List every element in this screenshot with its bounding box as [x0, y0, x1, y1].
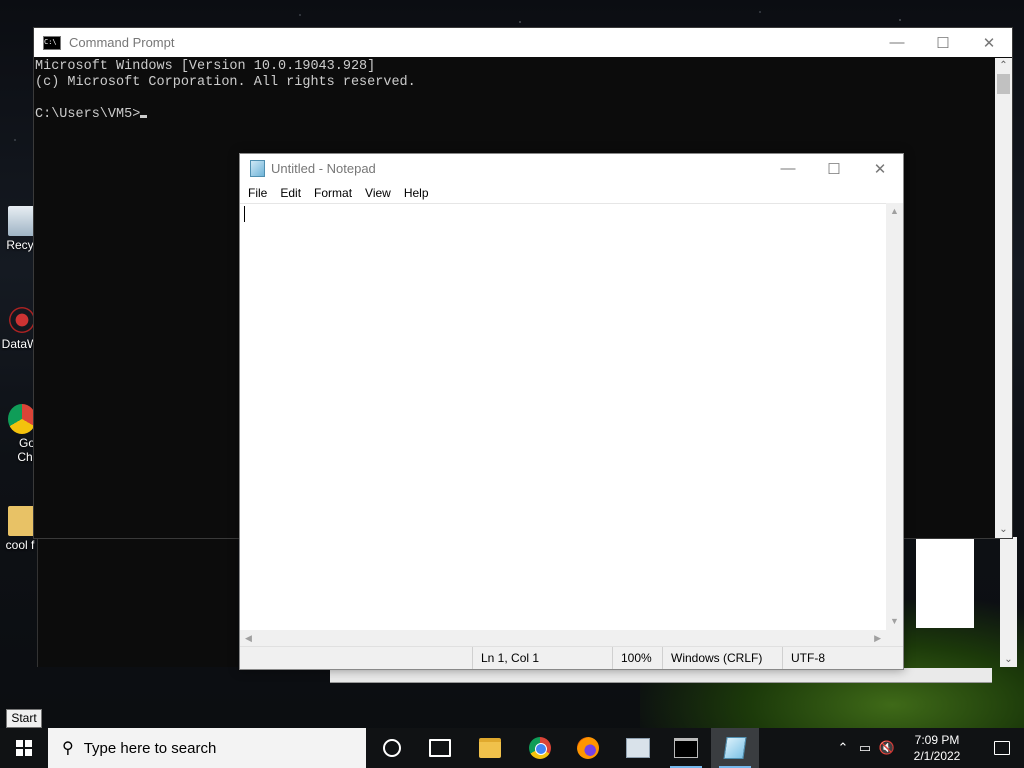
cmd-titlebar[interactable]: C:\ Command Prompt — ☐ ✕	[34, 28, 1012, 57]
scroll-down-arrow-icon[interactable]: ⌄	[1000, 654, 1017, 665]
background-window-fragment	[916, 537, 974, 628]
volume-muted-icon[interactable]: 🔇	[876, 740, 898, 756]
notepad-titlebar[interactable]: Untitled - Notepad — ☐ ✕	[240, 154, 903, 183]
clock-date: 2/1/2022	[913, 749, 961, 763]
taskbar-command-prompt[interactable]	[662, 728, 710, 768]
file-explorer-icon	[479, 738, 501, 758]
status-cursor-position: Ln 1, Col 1	[472, 647, 612, 669]
cmd-line	[35, 91, 995, 107]
taskbar-notepad[interactable]	[711, 728, 759, 768]
taskbar: ⚲ Type here to search ⌃ ▭ 🔇 7:09 PM 2/1/…	[0, 728, 1024, 768]
cortana-icon	[383, 739, 401, 757]
taskbar-documents[interactable]	[614, 728, 662, 768]
menu-file[interactable]: File	[241, 186, 273, 200]
notepad-vertical-scrollbar[interactable]: ▲ ▼	[886, 203, 903, 630]
action-center-button[interactable]	[980, 728, 1024, 768]
cmd-vertical-scrollbar[interactable]: ⌃ ⌄	[995, 58, 1012, 538]
scroll-down-arrow-icon[interactable]: ⌄	[995, 522, 1012, 538]
text-cursor	[140, 115, 148, 118]
recycle-bin-icon	[8, 206, 36, 236]
chevron-up-icon[interactable]: ⌃	[832, 740, 854, 756]
firefox-icon	[577, 737, 599, 759]
cmd-prompt: C:\Users\VM5>	[35, 107, 141, 122]
cmd-line: (c) Microsoft Corporation. All rights re…	[35, 75, 416, 90]
cmd-prompt-line: C:\Users\VM5>	[35, 107, 995, 123]
notepad-horizontal-scrollbar[interactable]: ◀ ▶	[240, 630, 886, 647]
notepad-status-bar: Ln 1, Col 1 100% Windows (CRLF) UTF-8	[240, 646, 903, 669]
close-button[interactable]: ✕	[966, 28, 1012, 57]
system-tray: ⌃ ▭ 🔇 7:09 PM 2/1/2022	[832, 728, 1024, 768]
background-window-edge	[330, 668, 992, 683]
taskbar-firefox[interactable]	[564, 728, 612, 768]
notification-icon	[994, 741, 1010, 755]
cortana-button[interactable]	[368, 728, 416, 768]
status-line-ending: Windows (CRLF)	[662, 647, 783, 669]
scrollbar-corner	[886, 630, 903, 647]
close-button[interactable]: ✕	[857, 154, 903, 183]
minimize-button[interactable]: —	[874, 28, 920, 57]
documents-icon	[626, 738, 650, 758]
task-view-icon	[429, 739, 451, 757]
scroll-right-arrow-icon[interactable]: ▶	[874, 633, 881, 644]
text-caret	[244, 206, 245, 222]
menu-format[interactable]: Format	[307, 186, 358, 200]
menu-view[interactable]: View	[358, 186, 397, 200]
notepad-window[interactable]: Untitled - Notepad — ☐ ✕ File Edit Forma…	[239, 153, 904, 670]
background-scrollbar[interactable]: ⌄	[1000, 537, 1017, 667]
taskbar-clock[interactable]: 7:09 PM 2/1/2022	[902, 732, 972, 764]
search-icon: ⚲	[62, 740, 74, 757]
scroll-down-arrow-icon[interactable]: ▼	[886, 613, 903, 630]
scrollbar-thumb[interactable]	[997, 74, 1010, 94]
menu-help[interactable]: Help	[397, 186, 435, 200]
notepad-title: Untitled - Notepad	[271, 161, 376, 176]
command-prompt-icon	[674, 738, 698, 758]
minimize-button[interactable]: —	[765, 154, 811, 183]
cmd-title: Command Prompt	[69, 35, 175, 50]
notepad-icon	[723, 737, 747, 759]
windows-logo-icon	[16, 740, 32, 756]
taskbar-file-explorer[interactable]	[466, 728, 514, 768]
scroll-left-arrow-icon[interactable]: ◀	[245, 633, 252, 644]
network-icon[interactable]: ▭	[854, 740, 876, 756]
datawarrior-icon	[8, 305, 36, 335]
notepad-text-area[interactable]	[240, 203, 886, 630]
chrome-icon	[529, 737, 551, 759]
scroll-up-arrow-icon[interactable]: ⌃	[995, 58, 1012, 74]
desktop-icon-label: cool f	[5, 538, 35, 552]
task-view-button[interactable]	[416, 728, 464, 768]
start-button[interactable]	[0, 728, 48, 768]
notepad-menubar: File Edit Format View Help	[240, 183, 903, 203]
maximize-button[interactable]: ☐	[811, 154, 857, 183]
chrome-icon	[8, 404, 36, 434]
command-prompt-icon: C:\	[43, 35, 61, 50]
clock-time: 7:09 PM	[914, 733, 960, 747]
notepad-icon	[250, 160, 265, 177]
folder-icon	[8, 506, 36, 536]
taskbar-chrome[interactable]	[516, 728, 564, 768]
status-encoding: UTF-8	[782, 647, 901, 669]
status-zoom: 100%	[612, 647, 663, 669]
cmd-line: Microsoft Windows [Version 10.0.19043.92…	[35, 59, 376, 74]
scroll-up-arrow-icon[interactable]: ▲	[886, 203, 903, 220]
maximize-button[interactable]: ☐	[920, 28, 966, 57]
taskbar-search-box[interactable]: ⚲ Type here to search	[48, 728, 366, 768]
search-placeholder: Type here to search	[83, 739, 217, 757]
start-tooltip: Start	[6, 709, 42, 728]
menu-edit[interactable]: Edit	[273, 186, 307, 200]
background-console-panel	[37, 537, 238, 667]
